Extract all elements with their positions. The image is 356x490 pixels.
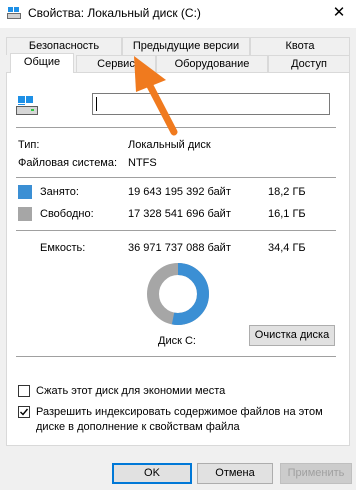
divider [16,230,336,231]
compress-checkbox[interactable] [18,385,30,397]
tab-general[interactable]: Общие [10,53,74,73]
capacity-label: Емкость: [40,242,86,254]
ok-button[interactable]: OK [112,463,192,484]
annotation-arrow [134,56,178,136]
filesystem-label: Файловая система: [18,157,118,169]
used-bytes: 19 643 195 392 байт [128,186,231,198]
free-space-swatch [18,207,32,221]
divider [16,356,336,357]
tab-quota[interactable]: Квота [250,37,350,55]
close-button[interactable]: ✕ [326,2,352,24]
disk-label: Диск C: [158,335,196,347]
capacity-size: 34,4 ГБ [268,242,306,254]
free-bytes: 17 328 541 696 байт [128,208,231,220]
index-label-line2: диске в дополнение к свойствам файла [36,421,240,433]
filesystem-value: NTFS [128,157,157,169]
arrow-shaft [144,78,178,136]
index-checkbox[interactable] [18,406,30,418]
disk-drive-icon [16,96,38,115]
tab-sharing[interactable]: Доступ [268,55,350,73]
disk-cleanup-button[interactable]: Очистка диска [249,325,335,346]
used-label: Занято: [40,186,79,198]
title-bar: Свойства: Локальный диск (C:) ✕ [0,0,356,28]
divider [16,177,336,178]
drive-icon [7,7,21,19]
window-title: Свойства: Локальный диск (C:) [28,6,201,20]
apply-button[interactable]: Применить [280,463,352,484]
compress-label: Сжать этот диск для экономии места [36,385,226,397]
capacity-bytes: 36 971 737 088 байт [128,242,231,254]
text-cursor [96,97,97,111]
type-label: Тип: [18,139,40,151]
disk-usage-donut [147,263,209,325]
used-size: 18,2 ГБ [268,186,306,198]
free-size: 16,1 ГБ [268,208,306,220]
checkmark-icon [20,408,29,416]
used-space-swatch [18,185,32,199]
free-label: Свободно: [40,208,94,220]
index-label-line1: Разрешить индексировать содержимое файло… [36,406,323,418]
cancel-button[interactable]: Отмена [197,463,273,484]
